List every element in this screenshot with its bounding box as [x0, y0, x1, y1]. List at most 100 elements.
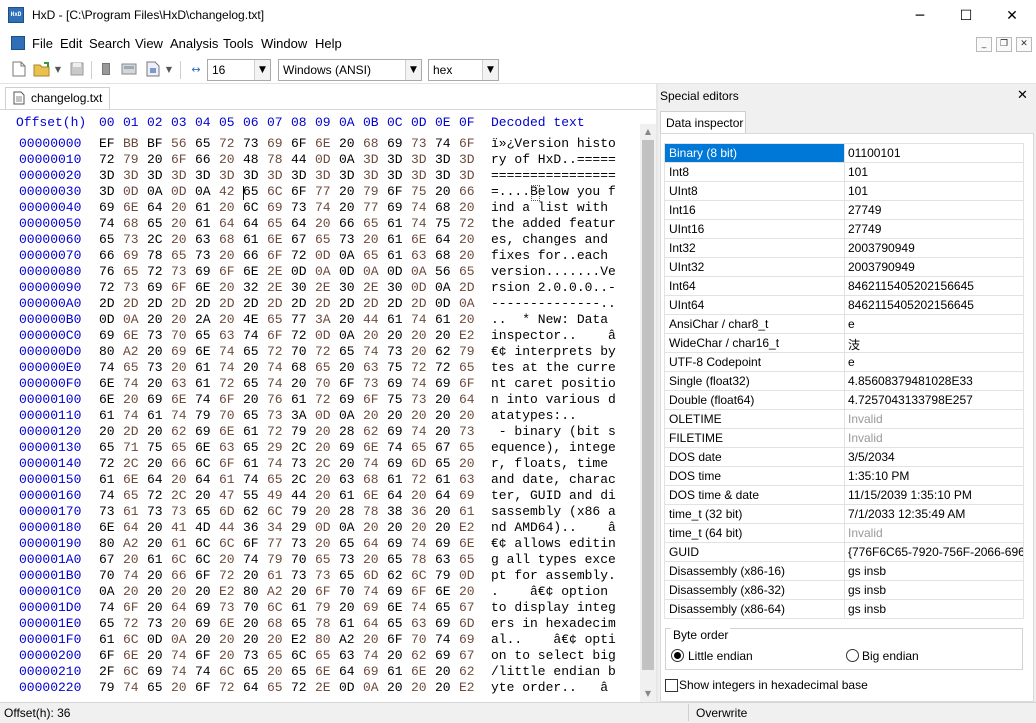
row-hex-bytes[interactable]: 6E 74 20 63 61 72 65 74 20 70 6F 73 69 74 69 6F — [99, 376, 483, 391]
hex-byte[interactable]: EF — [99, 136, 123, 151]
hex-byte[interactable]: 20 — [171, 200, 195, 215]
hex-byte[interactable]: 20 — [315, 488, 339, 503]
hex-byte[interactable]: 20 — [219, 312, 243, 327]
hex-byte[interactable]: 6F — [267, 328, 291, 343]
hex-byte[interactable]: 78 — [267, 152, 291, 167]
hex-byte[interactable]: 6C — [195, 456, 219, 471]
hex-byte[interactable]: 6D — [219, 504, 243, 519]
row-decoded-text[interactable]: /little endian b — [491, 664, 616, 679]
row-hex-bytes[interactable]: 76 65 72 73 69 6F 6E 2E 0D 0A 0D 0A 0D 0A 56 65 — [99, 264, 483, 279]
hex-byte[interactable]: 20 — [435, 520, 459, 535]
hex-byte[interactable]: 64 — [219, 216, 243, 231]
hex-byte[interactable]: 75 — [435, 216, 459, 231]
hex-byte[interactable]: 70 — [291, 344, 315, 359]
row-hex-bytes[interactable]: 74 65 72 2C 20 47 55 49 44 20 61 6E 64 20 64 69 — [99, 488, 483, 503]
hex-byte[interactable]: 74 — [363, 344, 387, 359]
big-endian-radio[interactable] — [846, 649, 859, 662]
hex-byte[interactable]: 64 — [435, 488, 459, 503]
hex-byte[interactable]: 6E — [171, 392, 195, 407]
hex-byte[interactable]: 3D — [219, 168, 243, 183]
hex-byte[interactable]: 28 — [339, 504, 363, 519]
hex-byte[interactable]: BF — [147, 136, 171, 151]
hex-byte[interactable]: 65 — [363, 216, 387, 231]
inspector-value[interactable]: 27749 — [845, 220, 1024, 238]
hex-byte[interactable]: 65 — [243, 344, 267, 359]
hex-byte[interactable]: 20 — [339, 456, 363, 471]
hex-byte[interactable]: 0A — [411, 264, 435, 279]
row-decoded-text[interactable]: es, changes and — [491, 232, 616, 247]
hex-byte[interactable]: 64 — [435, 232, 459, 247]
hex-byte[interactable]: 65 — [243, 184, 267, 199]
hex-byte[interactable]: 67 — [435, 440, 459, 455]
hex-byte[interactable]: 2D — [363, 296, 387, 311]
hex-byte[interactable]: 74 — [411, 216, 435, 231]
inspector-value[interactable]: 3/5/2034 — [845, 448, 1024, 466]
hex-byte[interactable]: 65 — [459, 264, 483, 279]
hex-byte[interactable]: 20 — [171, 216, 195, 231]
hex-byte[interactable]: 2C — [171, 488, 195, 503]
hex-byte[interactable]: 69 — [363, 600, 387, 615]
hex-byte[interactable]: 20 — [387, 408, 411, 423]
hex-byte[interactable]: 74 — [123, 568, 147, 583]
row-hex-bytes[interactable]: 6F 6E 20 74 6F 20 73 65 6C 65 63 74 20 62 69 67 — [99, 648, 483, 663]
row-decoded-text[interactable]: the added featur — [491, 216, 616, 231]
hex-byte[interactable]: 2E — [315, 280, 339, 295]
hex-byte[interactable]: 20 — [363, 552, 387, 567]
hex-byte[interactable]: 65 — [459, 552, 483, 567]
hex-byte[interactable]: 20 — [435, 424, 459, 439]
inspector-row[interactable]: GUID {776F6C65-7920-756F-2066-696E6 — [665, 543, 1024, 562]
hex-byte[interactable]: 2C — [147, 232, 171, 247]
hex-byte[interactable]: 6C — [195, 536, 219, 551]
hex-byte[interactable]: 72 — [291, 328, 315, 343]
hex-byte[interactable]: 6E — [267, 232, 291, 247]
hex-byte[interactable]: 65 — [123, 488, 147, 503]
hex-byte[interactable]: 66 — [171, 456, 195, 471]
hex-byte[interactable]: 0D — [123, 184, 147, 199]
hex-byte[interactable]: 61 — [99, 408, 123, 423]
inspector-value[interactable]: e — [845, 315, 1024, 333]
inspector-row[interactable]: AnsiChar / char8_t e — [665, 315, 1024, 334]
menu-tools[interactable]: Tools — [223, 36, 253, 51]
hex-byte[interactable]: 69 — [363, 664, 387, 679]
hex-byte[interactable]: 0A — [363, 264, 387, 279]
hex-byte[interactable]: 65 — [99, 440, 123, 455]
row-decoded-text[interactable]: atatypes:.. — [491, 408, 616, 423]
hex-byte[interactable]: 20 — [339, 200, 363, 215]
hex-byte[interactable]: 6F — [219, 456, 243, 471]
inspector-row[interactable]: Binary (8 bit) 01100101 — [665, 144, 1024, 163]
hex-byte[interactable]: 74 — [99, 216, 123, 231]
hex-byte[interactable]: 64 — [387, 488, 411, 503]
tab-data-inspector[interactable]: Data inspector — [660, 111, 746, 134]
hex-byte[interactable]: 20 — [363, 632, 387, 647]
row-hex-bytes[interactable]: 65 71 75 65 6E 63 65 29 2C 20 69 6E 74 65 67 65 — [99, 440, 483, 455]
hex-byte[interactable]: 3D — [363, 152, 387, 167]
row-decoded-text[interactable]: and date, charac — [491, 472, 616, 487]
hex-byte[interactable]: 72 — [219, 680, 243, 695]
hex-byte[interactable]: 79 — [363, 184, 387, 199]
hex-byte[interactable]: 56 — [171, 136, 195, 151]
hex-byte[interactable]: 2D — [267, 296, 291, 311]
hex-byte[interactable]: 74 — [267, 376, 291, 391]
hex-byte[interactable]: 6E — [435, 584, 459, 599]
hex-byte[interactable]: 74 — [171, 648, 195, 663]
hex-byte[interactable]: 3A — [315, 312, 339, 327]
hex-byte[interactable]: 3D — [411, 152, 435, 167]
hex-byte[interactable]: 64 — [363, 616, 387, 631]
hex-byte[interactable]: 73 — [387, 344, 411, 359]
hex-byte[interactable]: 68 — [219, 232, 243, 247]
row-hex-bytes[interactable]: 61 6C 0D 0A 20 20 20 20 E2 80 A2 20 6F 70 74 69 — [99, 632, 483, 647]
hex-byte[interactable]: 6E — [363, 440, 387, 455]
hex-byte[interactable]: 0D — [315, 520, 339, 535]
inspector-value[interactable]: {776F6C65-7920-756F-2066-696E6 — [845, 543, 1024, 561]
hex-byte[interactable]: A2 — [267, 584, 291, 599]
open-disk-image-icon[interactable] — [143, 59, 163, 79]
hex-byte[interactable]: 48 — [243, 152, 267, 167]
hex-byte[interactable]: 6F — [411, 584, 435, 599]
hex-byte[interactable]: 3A — [291, 408, 315, 423]
row-decoded-text[interactable]: n into various d — [491, 392, 616, 407]
hex-byte[interactable]: 71 — [123, 440, 147, 455]
hex-byte[interactable]: 61 — [387, 312, 411, 327]
hex-byte[interactable]: 64 — [123, 520, 147, 535]
hex-byte[interactable]: 38 — [387, 504, 411, 519]
hex-byte[interactable]: 0D — [315, 408, 339, 423]
